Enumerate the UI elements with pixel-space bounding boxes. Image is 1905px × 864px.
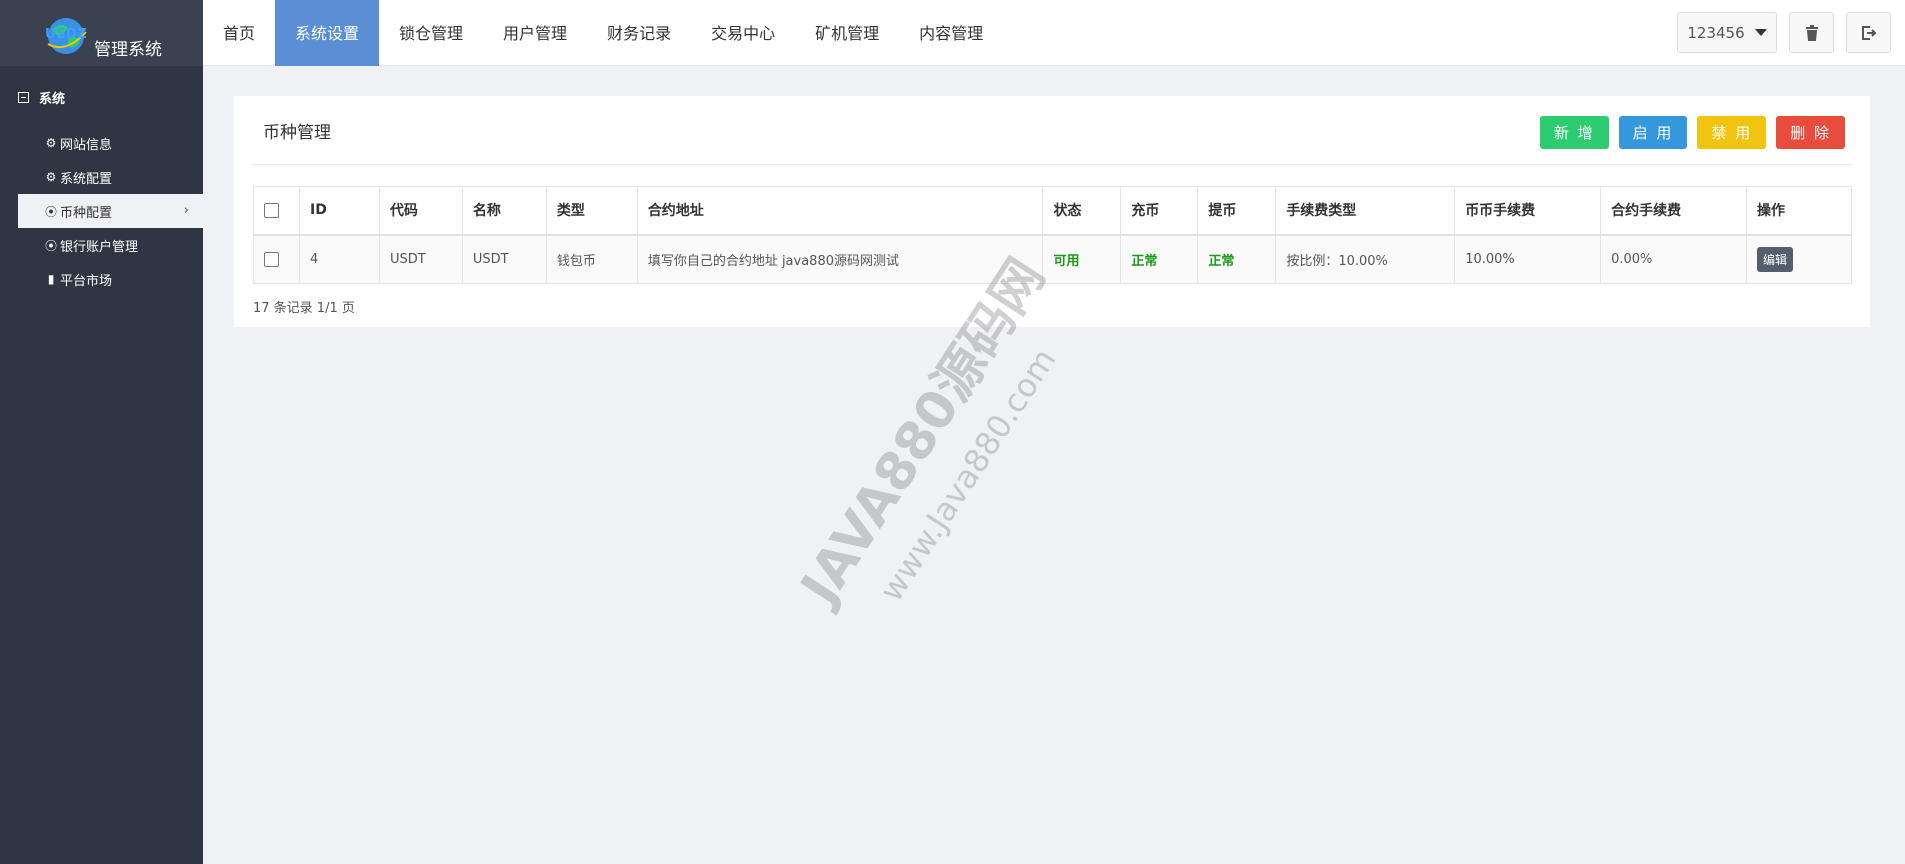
- circle-dot-icon: ⦿: [44, 238, 57, 253]
- col-status: 状态: [1042, 186, 1122, 236]
- top-nav: 首页 系统设置 锁仓管理 用户管理 财务记录 交易中心 矿机管理 内容管理: [203, 0, 1905, 66]
- watermark-line2: www.Java880.com: [872, 341, 1064, 609]
- sidebar-section-label: 系统: [39, 92, 66, 107]
- logout-button[interactable]: [1846, 12, 1891, 53]
- col-spot-fee: 币币手续费: [1454, 186, 1602, 236]
- chevron-right-icon: ›: [183, 203, 189, 218]
- cell-spot-fee: 10.00%: [1454, 234, 1602, 284]
- clear-cache-button[interactable]: [1789, 12, 1834, 53]
- disable-button[interactable]: 禁 用: [1697, 116, 1767, 149]
- page-title: 币种管理: [263, 123, 331, 143]
- circle-dot-icon: ⦿: [44, 204, 57, 219]
- sidebar-item-system-config[interactable]: ⚙ 系统配置: [18, 160, 203, 194]
- cell-id: 4: [298, 234, 380, 284]
- bar-chart-icon: ▮: [47, 272, 55, 286]
- sidebar-item-label: 系统配置: [60, 171, 113, 187]
- col-fee-type: 手续费类型: [1275, 186, 1456, 236]
- currency-panel: 币种管理 新 增 启 用 禁 用 删 除 ID 代码 名称 类型 合约地址 状态…: [234, 96, 1870, 327]
- caret-down-icon: [1754, 29, 1767, 36]
- sidebar-item-label: 网站信息: [60, 137, 113, 153]
- sidebar-section-system[interactable]: 系统: [18, 88, 65, 107]
- logout-icon: [1861, 25, 1876, 40]
- tab-finance-records[interactable]: 财务记录: [587, 0, 691, 66]
- table-row: 4 USDT USDT 钱包币 填写你自己的合约地址 java880源码网测试 …: [253, 234, 1852, 284]
- enable-button[interactable]: 启 用: [1618, 116, 1688, 149]
- collapse-box-icon: [18, 92, 29, 103]
- select-all-cell: [253, 186, 300, 236]
- delete-button[interactable]: 删 除: [1776, 116, 1845, 149]
- cell-withdraw: 正常: [1197, 234, 1277, 284]
- app-title: 管理系统: [94, 40, 162, 60]
- tab-user-management[interactable]: 用户管理: [483, 0, 587, 66]
- col-withdraw: 提币: [1197, 186, 1277, 236]
- col-contract: 合约地址: [636, 186, 1044, 236]
- col-actions: 操作: [1746, 186, 1852, 236]
- cell-name: USDT: [461, 234, 547, 284]
- cell-status: 可用: [1042, 234, 1122, 284]
- cell-type: 钱包币: [545, 234, 638, 284]
- user-name: 123456: [1687, 23, 1745, 42]
- cell-actions: 编辑: [1746, 234, 1852, 284]
- record-count: 17 条记录 1/1 页: [253, 301, 355, 316]
- tab-trading-center[interactable]: 交易中心: [691, 0, 795, 66]
- cell-deposit: 正常: [1120, 234, 1199, 284]
- select-all-checkbox[interactable]: [264, 202, 279, 218]
- sidebar-item-site-info[interactable]: ⚙ 网站信息: [18, 126, 203, 160]
- sidebar-item-bank-accounts[interactable]: ⦿ 银行账户管理: [18, 228, 203, 262]
- user-dropdown[interactable]: 123456: [1677, 12, 1777, 53]
- tab-system-settings[interactable]: 系统设置: [275, 0, 380, 66]
- tab-lock-management[interactable]: 锁仓管理: [379, 0, 483, 66]
- col-id: ID: [298, 186, 380, 236]
- cell-contract-fee: 0.00%: [1600, 234, 1747, 284]
- gear-icon: ⚙: [45, 170, 57, 184]
- row-checkbox[interactable]: [264, 251, 279, 267]
- edit-button[interactable]: 编辑: [1757, 246, 1794, 272]
- sidebar: USDZ 管理系统 系统 ⚙ 网站信息 ⚙ 系统配置 ⦿ 币种配置 › ⦿ 银行…: [0, 0, 203, 864]
- table-header-row: ID 代码 名称 类型 合约地址 状态 充币 提币 手续费类型 币币手续费 合约…: [253, 186, 1852, 236]
- logo-area: USDZ 管理系统: [0, 0, 203, 66]
- logo-usdz: USDZ: [45, 27, 88, 42]
- col-code: 代码: [378, 186, 463, 236]
- sidebar-item-platform-market[interactable]: ▮ 平台市场: [18, 262, 203, 296]
- topbar: 首页 系统设置 锁仓管理 用户管理 财务记录 交易中心 矿机管理 内容管理 12…: [203, 0, 1905, 66]
- sidebar-item-currency-config[interactable]: ⦿ 币种配置 ›: [18, 194, 203, 228]
- col-name: 名称: [461, 186, 547, 236]
- sidebar-item-label: 平台市场: [60, 273, 113, 289]
- panel-actions: 新 增 启 用 禁 用 删 除: [1539, 116, 1845, 149]
- cell-fee-type: 按比例：10.00%: [1275, 234, 1456, 284]
- cell-contract: 填写你自己的合约地址 java880源码网测试: [636, 234, 1044, 284]
- cell-code: USDT: [378, 234, 463, 284]
- top-right-actions: 123456: [1677, 12, 1891, 53]
- tab-home[interactable]: 首页: [203, 0, 275, 66]
- col-contract-fee: 合约手续费: [1600, 186, 1747, 236]
- add-button[interactable]: 新 增: [1539, 116, 1609, 149]
- gear-icon: ⚙: [45, 136, 57, 150]
- sidebar-menu: ⚙ 网站信息 ⚙ 系统配置 ⦿ 币种配置 › ⦿ 银行账户管理 ▮ 平台市场: [18, 126, 203, 296]
- row-select-cell: [253, 234, 300, 284]
- col-type: 类型: [545, 186, 638, 236]
- tab-content-management[interactable]: 内容管理: [899, 0, 1003, 66]
- trash-icon: [1805, 24, 1818, 41]
- sidebar-item-label: 币种配置: [60, 205, 113, 221]
- currency-table: ID 代码 名称 类型 合约地址 状态 充币 提币 手续费类型 币币手续费 合约…: [253, 186, 1852, 284]
- sidebar-item-label: 银行账户管理: [60, 239, 139, 255]
- tab-miner-management[interactable]: 矿机管理: [795, 0, 899, 66]
- col-deposit: 充币: [1120, 186, 1199, 236]
- divider: [252, 164, 1852, 165]
